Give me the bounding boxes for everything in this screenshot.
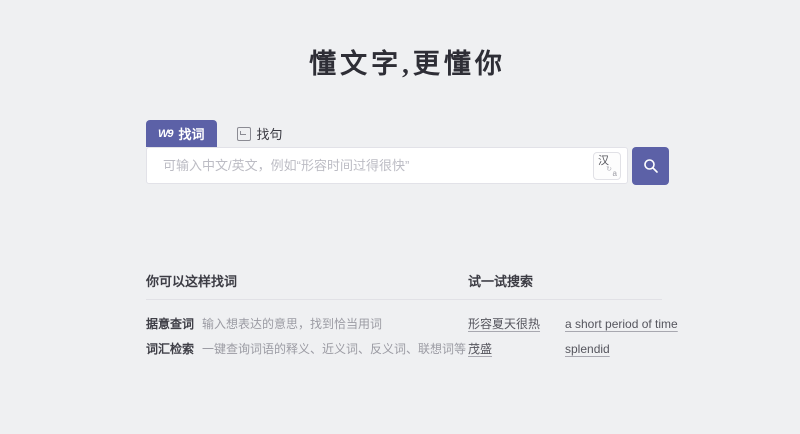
- language-translate-toggle[interactable]: 汉 ↻ a: [593, 151, 621, 180]
- search-input[interactable]: [147, 148, 593, 183]
- tab-find-words[interactable]: W9 找词: [146, 120, 217, 147]
- tab-find-sentences-label: 找句: [256, 127, 283, 142]
- guide-row-vocab-lookup: 词汇检索 一键查询词语的释义、近义词、反义词、联想词等: [146, 337, 466, 362]
- wantquotes-quote-icon: [236, 126, 251, 141]
- guide-row-query-by-meaning: 据意查词 输入想表达的意思，找到恰当用词: [146, 312, 466, 337]
- guide-section-title: 你可以这样找词: [146, 274, 238, 289]
- mode-tabs: W9 找词 找句: [146, 120, 295, 147]
- wantwords-home-page: 懂文字,更懂你 W9 找词 找句 汉 ↻ a: [0, 0, 800, 434]
- search-magnifier-icon: [643, 158, 659, 174]
- example-link[interactable]: 形容夏天很热: [468, 312, 540, 337]
- lang-secondary-glyph: a: [612, 168, 617, 178]
- guide-desc: 输入想表达的意思，找到恰当用词: [202, 317, 383, 331]
- search-button[interactable]: [632, 147, 669, 185]
- guide-desc: 一键查询词语的释义、近义词、反义词、联想词等: [202, 342, 467, 356]
- examples-section-title: 试一试搜索: [468, 274, 534, 289]
- search-box: 汉 ↻ a: [146, 147, 628, 184]
- section-divider: [146, 299, 662, 300]
- page-title: 懂文字,更懂你: [309, 49, 506, 79]
- wantwords-logo-icon: W9: [158, 127, 173, 140]
- example-search-list: 形容夏天很热 a short period of time 茂盛 splendi…: [468, 312, 678, 362]
- main-content: 懂文字,更懂你 W9 找词 找句 汉 ↻ a: [146, 0, 678, 434]
- guide-label: 据意查词: [146, 317, 195, 331]
- example-link[interactable]: 茂盛: [468, 337, 492, 362]
- example-link[interactable]: splendid: [565, 337, 610, 362]
- guide-label: 词汇检索: [146, 342, 195, 356]
- translate-arrow-icon: ↻: [606, 165, 612, 173]
- tab-find-sentences[interactable]: 找句: [225, 120, 295, 147]
- tab-find-words-label: 找词: [178, 127, 205, 142]
- search-row: 汉 ↻ a: [146, 147, 669, 185]
- example-link[interactable]: a short period of time: [565, 312, 678, 337]
- guide-list: 据意查词 输入想表达的意思，找到恰当用词 词汇检索 一键查询词语的释义、近义词、…: [146, 312, 466, 362]
